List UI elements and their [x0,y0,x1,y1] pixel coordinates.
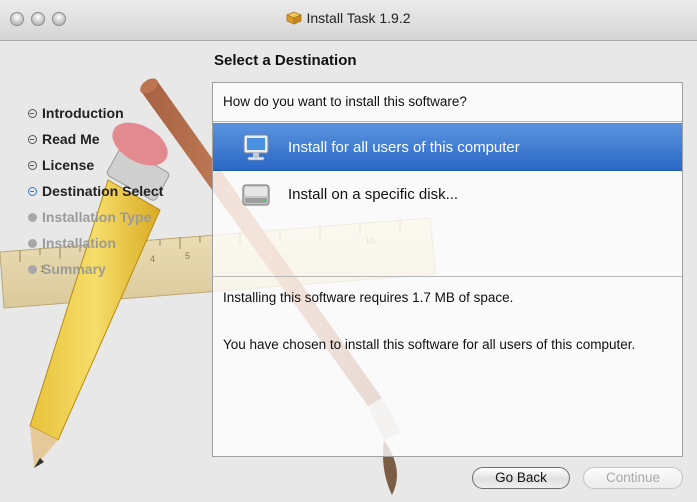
step-label: Installation [42,235,116,251]
window-title-group: Install Task 1.9.2 [0,10,697,28]
option-label: Install on a specific disk... [288,186,459,203]
package-icon [286,11,303,28]
installer-window: 1 4 5 10 [0,0,697,502]
window-title: Install Task 1.9.2 [306,10,411,26]
option-all-users[interactable]: Install for all users of this computer [213,123,682,171]
continue-button[interactable]: Continue [583,467,683,489]
step-label: Destination Select [42,183,164,199]
step-label: Summary [42,261,106,277]
step-label: Introduction [42,105,124,121]
step-label: Read Me [42,131,100,147]
step-bullet-icon [28,135,37,144]
hard-disk-icon [241,180,271,215]
step-read-me: Read Me [28,131,163,157]
choice-summary-text: You have chosen to install this software… [223,337,636,352]
step-bullet-icon [28,265,37,274]
computer-icon [241,133,271,168]
step-bullet-icon [28,109,37,118]
title-bar[interactable]: Install Task 1.9.2 [0,0,697,41]
step-bullet-icon [28,161,37,170]
steps-sidebar: Introduction Read Me License Destination… [28,105,163,287]
divider [213,121,682,122]
step-bullet-icon [28,187,37,196]
svg-text:5: 5 [185,251,190,261]
step-bullet-icon [28,239,37,248]
step-bullet-icon [28,213,37,222]
step-installation-type: Installation Type [28,209,163,235]
install-question: How do you want to install this software… [223,94,467,109]
page-title: Select a Destination [214,52,357,69]
step-label: Installation Type [42,209,152,225]
step-license: License [28,157,163,183]
destination-panel: How do you want to install this software… [212,82,683,457]
step-introduction: Introduction [28,105,163,131]
go-back-button[interactable]: Go Back [472,467,570,489]
step-installation: Installation [28,235,163,261]
divider [213,276,682,277]
space-required-text: Installing this software requires 1.7 MB… [223,290,514,305]
step-label: License [42,157,95,173]
step-destination-select: Destination Select [28,183,163,209]
option-label: Install for all users of this computer [288,139,520,156]
option-specific-disk[interactable]: Install on a specific disk... [213,171,682,219]
step-summary: Summary [28,261,163,287]
